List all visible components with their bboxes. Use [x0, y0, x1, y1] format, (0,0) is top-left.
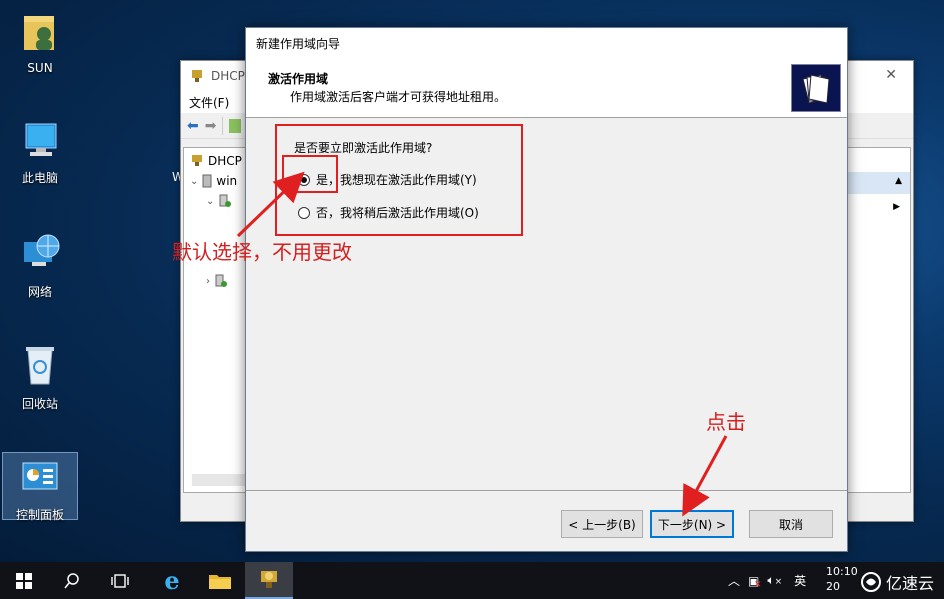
- search-icon: [64, 572, 79, 588]
- internet-explorer-icon: e: [164, 566, 180, 595]
- watermark-text: 亿速云: [885, 574, 934, 593]
- chevron-up-icon[interactable]: ︿: [728, 572, 740, 589]
- watermark: 亿速云: [860, 570, 934, 594]
- arrow-to-yes-option: [236, 171, 305, 238]
- yisu-logo-icon: [860, 572, 881, 592]
- system-tray: ︿ ▣ ✕ 🔈︎× 英: [728, 562, 806, 599]
- task-view-icon: [111, 573, 129, 588]
- search-button[interactable]: [48, 562, 96, 599]
- network-status-icon[interactable]: ▣ ✕: [748, 574, 762, 590]
- clock-date: 20: [826, 580, 840, 593]
- volume-muted-icon[interactable]: 🔈︎×: [767, 573, 782, 588]
- taskbar-ie[interactable]: e: [148, 562, 196, 599]
- dhcp-taskbar-icon: [261, 570, 277, 588]
- taskbar: e ︿ ▣ ✕ 🔈︎× 英 10:10 20: [0, 562, 944, 599]
- clock-time: 10:10: [826, 565, 858, 578]
- system-clock[interactable]: 10:10 20: [826, 564, 858, 594]
- arrow-to-next-button: [682, 435, 728, 517]
- ime-indicator[interactable]: 英: [794, 572, 806, 589]
- taskbar-file-explorer[interactable]: [196, 562, 244, 599]
- folder-icon: [209, 574, 231, 589]
- windows-logo-icon: [16, 572, 32, 589]
- annotation-arrows: [236, 171, 728, 517]
- taskbar-dhcp[interactable]: [245, 562, 293, 599]
- task-view-button[interactable]: [96, 562, 144, 599]
- start-button[interactable]: [0, 562, 48, 599]
